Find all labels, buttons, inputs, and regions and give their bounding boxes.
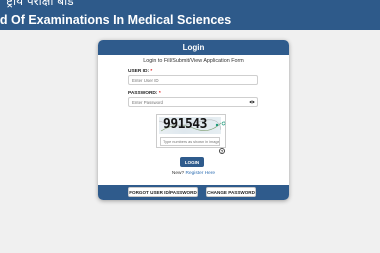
user-id-label: USER ID: * <box>128 69 152 74</box>
refresh-icon[interactable] <box>221 121 226 126</box>
password-label-text: PASSWORD: <box>128 91 158 96</box>
required-marker: * <box>158 91 161 96</box>
user-id-input[interactable] <box>128 75 258 85</box>
captcha-box: 991543 <box>156 114 226 148</box>
login-card-header: Login <box>98 40 289 55</box>
login-card: Login Login to Fill/Submit/View Applicat… <box>98 40 289 200</box>
login-subtitle: Login to Fill/Submit/View Application Fo… <box>143 58 244 64</box>
top-banner: ष्ट्रीय परीक्षा बोर्ड rd Of Examinations… <box>0 0 380 30</box>
eye-icon[interactable] <box>249 100 255 104</box>
password-input[interactable] <box>128 97 258 107</box>
required-marker: * <box>150 69 153 74</box>
captcha-code: 991543 <box>163 117 207 132</box>
banner-english-title: rd Of Examinations In Medical Sciences <box>0 13 232 27</box>
new-user-text: New? <box>171 171 185 176</box>
password-label: PASSWORD: * <box>128 91 161 96</box>
register-prompt: New? Register Here <box>98 171 289 176</box>
banner-hindi-title: ष्ट्रीय परीक्षा बोर्ड <box>6 0 74 8</box>
forgot-credentials-button[interactable]: FORGOT USER ID/PASSWORD <box>128 187 198 197</box>
login-card-footer: FORGOT USER ID/PASSWORD CHANGE PASSWORD <box>98 185 289 200</box>
help-icon[interactable]: ? <box>219 148 225 154</box>
user-id-label-text: USER ID: <box>128 69 150 74</box>
captcha-input[interactable] <box>160 137 220 146</box>
change-password-button[interactable]: CHANGE PASSWORD <box>206 187 256 197</box>
captcha-image: 991543 <box>159 117 221 134</box>
login-button[interactable]: LOGIN <box>180 157 204 167</box>
register-link[interactable]: Register Here <box>186 171 216 176</box>
